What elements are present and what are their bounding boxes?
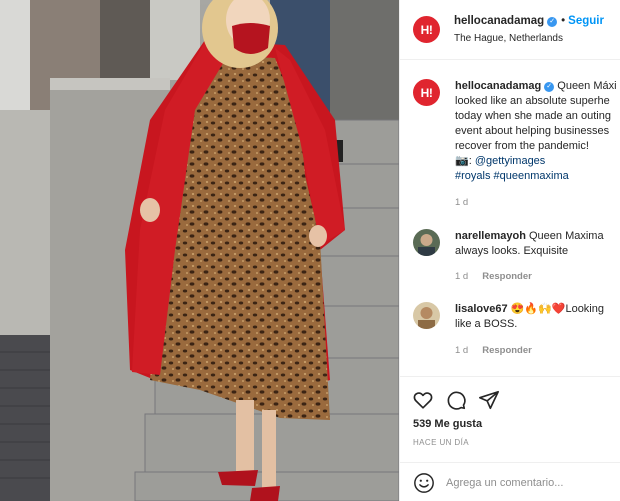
- comment-username[interactable]: lisalove67: [455, 303, 508, 315]
- caption-time[interactable]: 1 d: [455, 197, 468, 208]
- comment-emojis: 😍🔥🙌❤️: [510, 303, 566, 315]
- likes-count[interactable]: 539 Me gusta: [413, 418, 482, 430]
- follow-button[interactable]: Seguir: [568, 15, 604, 27]
- comment-text: lisalove67 😍🔥🙌❤️Looking like a BOSS.: [455, 302, 620, 332]
- author-username[interactable]: hellocanadamag: [454, 15, 544, 27]
- comment-meta: 1 d Responder: [455, 271, 532, 282]
- comments-section[interactable]: H! hellocanadamag ✓ Queen Máxi looked lik…: [400, 61, 620, 376]
- comment-line-2: like a BOSS.: [455, 318, 518, 330]
- comment-line-text: Queen Maxima: [528, 230, 604, 242]
- comment-meta: 1 d Responder: [455, 345, 532, 356]
- heart-icon[interactable]: [412, 389, 434, 411]
- camera-emoji-icon: 📷: [455, 155, 469, 167]
- post-photo-illustration: [0, 0, 399, 501]
- header-user-line: hellocanadamag ✓ • Seguir: [454, 15, 604, 27]
- comment-line-2: always looks. Exquisite: [455, 245, 569, 257]
- post-header: H! hellocanadamag ✓ • Seguir The Hague, Net…: [400, 0, 620, 60]
- avatar-photo-icon: [413, 229, 440, 256]
- caption-line-4: event about helping businesses: [455, 125, 610, 137]
- avatar-photo-icon: [413, 302, 440, 329]
- caption-credit: 📷: @gettyimages: [455, 155, 546, 167]
- commenter-avatar[interactable]: [413, 302, 440, 329]
- caption-line-2: looked like an absolute superhe: [455, 95, 610, 107]
- caption-text: hellocanadamag ✓ Queen Máxi looked like a…: [455, 79, 620, 184]
- caption-line-5: recover from the pandemic!: [455, 140, 589, 152]
- caption-line-1: hellocanadamag ✓ Queen Máxi: [455, 79, 620, 94]
- caption-line-3: today when she made an outing: [455, 110, 611, 122]
- post-sidebar: H! hellocanadamag ✓ • Seguir The Hague, Net…: [399, 0, 620, 501]
- verified-badge-icon: ✓: [544, 82, 555, 92]
- post-actions: 539 Me gusta HACE UN DÍA: [400, 376, 620, 462]
- comment-input[interactable]: [446, 471, 611, 495]
- verified-badge-icon: ✓: [547, 17, 558, 27]
- post-photo[interactable]: [0, 0, 399, 501]
- reply-button[interactable]: Responder: [482, 271, 532, 282]
- comment-time[interactable]: 1 d: [455, 271, 468, 282]
- author-avatar[interactable]: H!: [413, 16, 440, 43]
- comment-line-1: lisalove67 😍🔥🙌❤️Looking: [455, 302, 620, 317]
- reply-button[interactable]: Responder: [482, 345, 532, 356]
- posted-time: HACE UN DÍA: [413, 438, 469, 447]
- comment-text: narellemayoh Queen Maxima always looks. …: [455, 229, 620, 259]
- emoji-smiley-icon[interactable]: [413, 472, 435, 494]
- comment-time[interactable]: 1 d: [455, 345, 468, 356]
- comment-line-1: narellemayoh Queen Maxima: [455, 229, 620, 244]
- comment-bubble-icon[interactable]: [445, 389, 467, 411]
- credit-mention[interactable]: @gettyimages: [475, 155, 545, 167]
- caption-hashtags[interactable]: #royals #queenmaxima: [455, 169, 620, 184]
- caption-line-text: Queen Máxi: [557, 80, 617, 92]
- comment-line-text: Looking: [565, 303, 604, 315]
- add-comment-bar: [400, 462, 620, 501]
- send-icon[interactable]: [478, 389, 500, 411]
- comment-username[interactable]: narellemayoh: [455, 230, 526, 242]
- caption-username[interactable]: hellocanadamag: [455, 80, 541, 92]
- commenter-avatar[interactable]: [413, 229, 440, 256]
- caption-avatar[interactable]: H!: [413, 79, 440, 106]
- separator-dot: •: [561, 15, 566, 27]
- post-location[interactable]: The Hague, Netherlands: [454, 33, 563, 44]
